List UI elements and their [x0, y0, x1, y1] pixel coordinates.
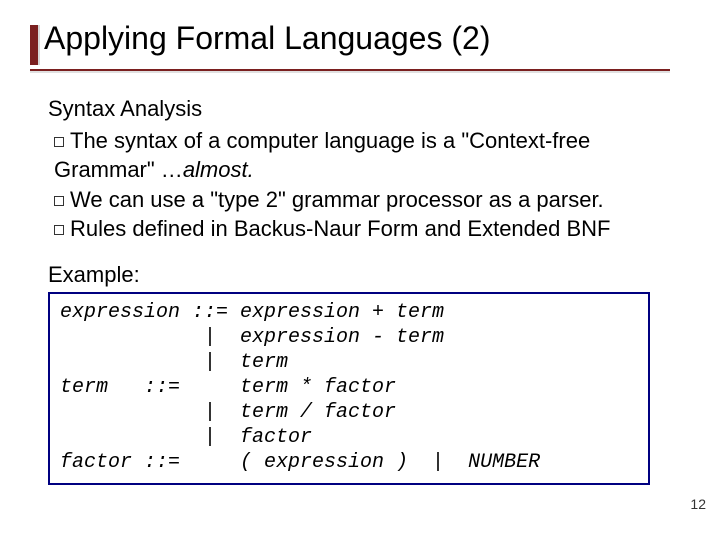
bullet-item: We can use a "type 2" grammar processor … [54, 186, 660, 214]
title-underline [30, 69, 670, 71]
bullet-text: Grammar" … [54, 157, 183, 182]
bullet-text: Rules defined in Backus-Naur Form and Ex… [70, 216, 610, 241]
section-heading: Syntax Analysis [48, 95, 660, 123]
bullet-item-cont: Grammar" …almost. [54, 156, 660, 184]
title-accent-bar [30, 25, 40, 65]
square-bullet-icon [54, 196, 64, 206]
slide-title: Applying Formal Languages (2) [44, 20, 490, 56]
bullet-text-em: almost. [183, 157, 254, 182]
title-area: Applying Formal Languages (2) [30, 20, 690, 71]
example-label: Example: [48, 261, 660, 289]
page-number: 12 [690, 496, 706, 512]
bullet-item: Rules defined in Backus-Naur Form and Ex… [54, 215, 660, 243]
body-content: Syntax Analysis The syntax of a computer… [48, 95, 660, 485]
bnf-code-box: expression ::= expression + term | expre… [48, 292, 650, 485]
bullet-item: The syntax of a computer language is a "… [54, 127, 660, 155]
bullet-text: The syntax of a computer language is a "… [70, 128, 590, 153]
slide: Applying Formal Languages (2) Syntax Ana… [0, 0, 720, 540]
bullet-text: We can use a "type 2" grammar processor … [70, 187, 604, 212]
square-bullet-icon [54, 225, 64, 235]
square-bullet-icon [54, 137, 64, 147]
